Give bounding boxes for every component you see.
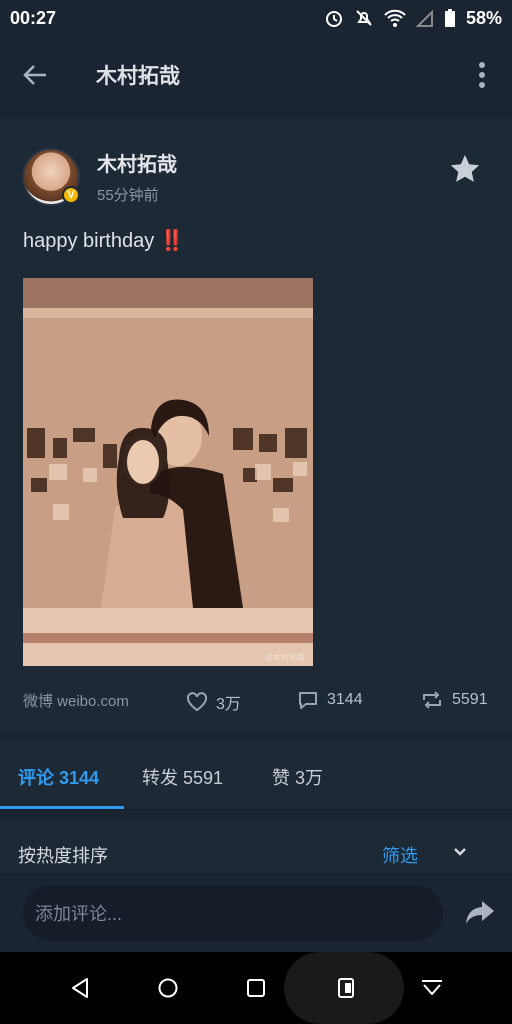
wifi-icon — [384, 9, 406, 27]
comment-input[interactable]: 添加评论... — [23, 885, 443, 941]
nav-screen-pin-button[interactable] — [328, 952, 364, 1024]
filter-button[interactable]: 筛选 — [382, 842, 418, 868]
sort-bar: 按热度排序 筛选 — [0, 820, 512, 874]
more-options-button[interactable] — [452, 36, 512, 114]
back-arrow-icon — [23, 64, 46, 85]
status-time: 00:27 — [10, 7, 57, 28]
battery-percent: 58% — [465, 7, 502, 28]
battery-icon — [444, 9, 455, 27]
comment-count: 3144 — [327, 691, 363, 708]
phone-screen-icon — [338, 978, 354, 998]
circle-home-icon — [158, 978, 178, 998]
tab-bar: 评论 3144 转发 5591 赞 3万 — [0, 742, 512, 810]
double-exclamation-emoji: ‼️ — [159, 230, 185, 252]
post-card: V 木村拓哉 55分钟前 happy birthday ‼️ @木村拓哉 微博 … — [0, 118, 512, 730]
alarm-icon — [325, 11, 342, 27]
repost-icon — [423, 691, 441, 709]
post-time: 55分钟前 — [97, 187, 159, 204]
heart-icon — [186, 692, 208, 712]
square-recents-icon — [247, 979, 265, 997]
share-icon[interactable] — [464, 897, 496, 927]
nav-back-button[interactable] — [62, 952, 98, 1024]
post-source: 微博 weibo.com — [23, 693, 129, 710]
nav-dropdown-button[interactable] — [414, 952, 450, 1024]
post-text-body: happy birthday — [23, 230, 155, 252]
mute-bell-icon — [356, 10, 372, 26]
sort-by-hot-button[interactable]: 按热度排序 — [18, 842, 108, 868]
repost-button[interactable]: 5591 — [420, 690, 488, 710]
chevron-down-icon[interactable] — [452, 846, 468, 858]
app-bar: 木村拓哉 — [0, 36, 512, 114]
tab-likes[interactable]: 赞 3万 — [272, 764, 323, 790]
like-count: 3万 — [216, 696, 241, 713]
verified-badge: V — [62, 186, 80, 204]
comment-placeholder: 添加评论... — [35, 904, 123, 924]
repost-count: 5591 — [452, 691, 488, 708]
comment-button[interactable]: 3144 — [297, 690, 363, 710]
back-button[interactable] — [0, 36, 70, 114]
comment-icon — [299, 692, 317, 709]
nav-recents-button[interactable] — [238, 952, 274, 1024]
tab-reposts[interactable]: 转发 5591 — [142, 764, 223, 790]
triangle-back-icon — [72, 978, 88, 998]
active-tab-indicator — [0, 806, 124, 809]
status-bar: 00:27 58% — [0, 0, 512, 36]
post-text: happy birthday ‼️ — [23, 228, 185, 253]
post-photo[interactable]: @木村拓哉 — [23, 278, 313, 666]
photo-illustration: @木村拓哉 — [23, 278, 313, 666]
signal-icon — [415, 9, 433, 27]
page-title: 木村拓哉 — [96, 64, 180, 88]
tab-comments[interactable]: 评论 3144 — [18, 764, 99, 790]
nav-home-button[interactable] — [150, 952, 186, 1024]
star-icon[interactable] — [448, 152, 482, 186]
comment-bar: 添加评论... — [0, 874, 512, 952]
system-nav-bar — [0, 952, 512, 1024]
more-vertical-icon — [479, 61, 485, 88]
author-name[interactable]: 木村拓哉 — [97, 148, 177, 177]
dropdown-arrow-icon — [422, 980, 442, 995]
like-button[interactable]: 3万 — [186, 690, 241, 714]
photo-watermark: @木村拓哉 — [265, 652, 305, 662]
